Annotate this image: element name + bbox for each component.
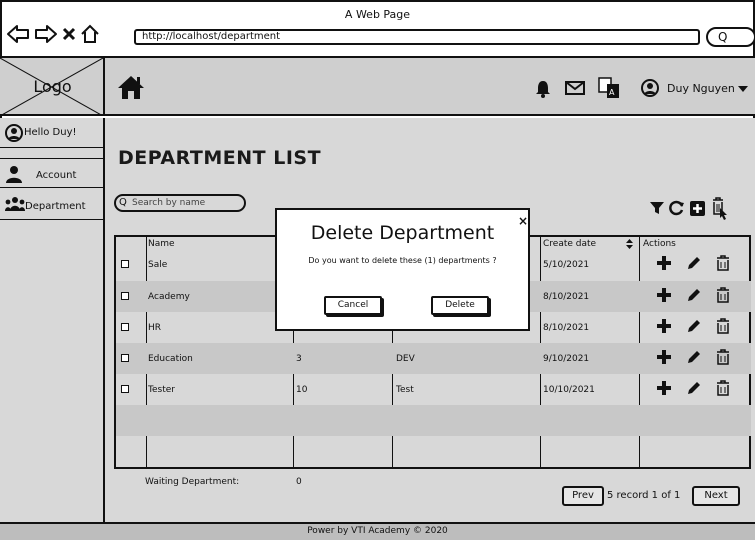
cell-create-date: 5/10/2021 (543, 260, 590, 270)
edit-icon[interactable] (686, 318, 702, 334)
logo[interactable]: Logo (0, 58, 105, 116)
table-row[interactable]: Tester 10 Test 10/10/2021 (116, 374, 751, 405)
back-icon[interactable] (6, 24, 30, 44)
table-row-empty (116, 405, 751, 436)
delete-modal: Delete Department × Do you want to delet… (275, 208, 530, 331)
footer: Power by VTI Academy © 2020 (0, 522, 755, 540)
user-icon (6, 166, 22, 183)
window-title: A Web Page (344, 8, 411, 21)
prev-button[interactable]: Prev (562, 486, 604, 506)
add-icon[interactable] (656, 349, 672, 365)
forward-icon[interactable] (34, 24, 58, 44)
svg-text:A: A (609, 88, 615, 97)
cell-name: HR (148, 323, 162, 333)
close-icon[interactable] (62, 24, 76, 44)
row-checkbox[interactable] (121, 354, 129, 362)
sidebar-item-label: Department (25, 201, 86, 212)
next-button[interactable]: Next (692, 486, 740, 506)
cell-name: Education (148, 354, 193, 364)
trash-icon[interactable] (716, 255, 730, 271)
cell-create-date: 8/10/2021 (543, 323, 590, 333)
refresh-icon[interactable] (669, 200, 685, 216)
sidebar: Hello Duy! Account Department (0, 118, 105, 522)
mail-icon[interactable] (565, 80, 585, 96)
header-name[interactable]: Name (148, 239, 175, 249)
toolbar (650, 196, 728, 220)
logo-text: Logo (33, 77, 72, 96)
row-checkbox[interactable] (121, 260, 129, 268)
chevron-down-icon[interactable] (737, 85, 749, 93)
search-placeholder: Search by name (132, 198, 206, 208)
browser-search-button[interactable]: Q (706, 27, 755, 47)
table-row[interactable]: Education 3 DEV 9/10/2021 (116, 343, 751, 374)
add-icon[interactable] (656, 287, 672, 303)
cell-type: DEV (396, 354, 415, 364)
edit-icon[interactable] (686, 380, 702, 396)
sidebar-item-greeting[interactable]: Hello Duy! (0, 118, 105, 148)
edit-icon[interactable] (686, 287, 702, 303)
row-checkbox[interactable] (121, 292, 129, 300)
translate-icon[interactable]: A (598, 77, 620, 99)
add-icon[interactable] (656, 380, 672, 396)
page-title: DEPARTMENT LIST (118, 147, 322, 169)
add-square-icon[interactable] (690, 200, 705, 216)
cell-type: Test (396, 385, 414, 395)
delete-button[interactable]: Delete (431, 296, 489, 315)
cell-name: Academy (148, 292, 190, 302)
user-name[interactable]: Duy Nguyen (667, 82, 735, 95)
modal-message: Do you want to delete these (1) departme… (308, 256, 497, 265)
home-icon[interactable] (116, 74, 146, 100)
trash-icon[interactable] (716, 318, 730, 334)
users-icon (5, 197, 25, 211)
table-row-empty (116, 436, 751, 467)
cancel-button[interactable]: Cancel (324, 296, 382, 315)
modal-close-button[interactable]: × (518, 214, 528, 228)
cell-create-date: 10/10/2021 (543, 385, 595, 395)
cell-create-date: 9/10/2021 (543, 354, 590, 364)
user-circle-icon (5, 124, 23, 142)
sidebar-item-label: Hello Duy! (24, 127, 77, 138)
user-circle-icon[interactable] (641, 79, 659, 97)
header-actions: Actions (643, 239, 676, 249)
add-icon[interactable] (656, 318, 672, 334)
edit-icon[interactable] (686, 349, 702, 365)
trash-icon[interactable] (716, 380, 730, 396)
cell-members: 10 (296, 385, 308, 395)
search-icon: Q (119, 197, 127, 208)
trash-icon[interactable] (716, 349, 730, 365)
trash-icon[interactable] (716, 287, 730, 303)
cell-members: 3 (296, 354, 302, 364)
cell-name: Sale (148, 260, 168, 270)
waiting-label: Waiting Department: (145, 477, 240, 487)
browser-nav (6, 24, 100, 44)
bell-icon[interactable] (535, 80, 551, 98)
header-create-date[interactable]: Create date (543, 239, 596, 249)
cell-name: Tester (148, 385, 175, 395)
filter-icon[interactable] (650, 201, 664, 215)
sidebar-item-department[interactable]: Department (0, 190, 105, 220)
waiting-value: 0 (296, 477, 302, 487)
cell-create-date: 8/10/2021 (543, 292, 590, 302)
url-bar[interactable]: http://localhost/department (134, 29, 700, 45)
modal-title: Delete Department (310, 222, 495, 244)
sort-icon[interactable] (626, 239, 633, 249)
search-input[interactable]: Q Search by name (114, 194, 246, 212)
home-outline-icon[interactable] (80, 24, 100, 44)
row-checkbox[interactable] (121, 323, 129, 331)
sidebar-item-label: Account (36, 170, 77, 181)
sidebar-item-account[interactable]: Account (0, 158, 105, 188)
add-icon[interactable] (656, 255, 672, 271)
trash-icon[interactable] (710, 196, 728, 220)
record-info: 5 record 1 of 1 (607, 490, 681, 501)
row-checkbox[interactable] (121, 385, 129, 393)
edit-icon[interactable] (686, 255, 702, 271)
